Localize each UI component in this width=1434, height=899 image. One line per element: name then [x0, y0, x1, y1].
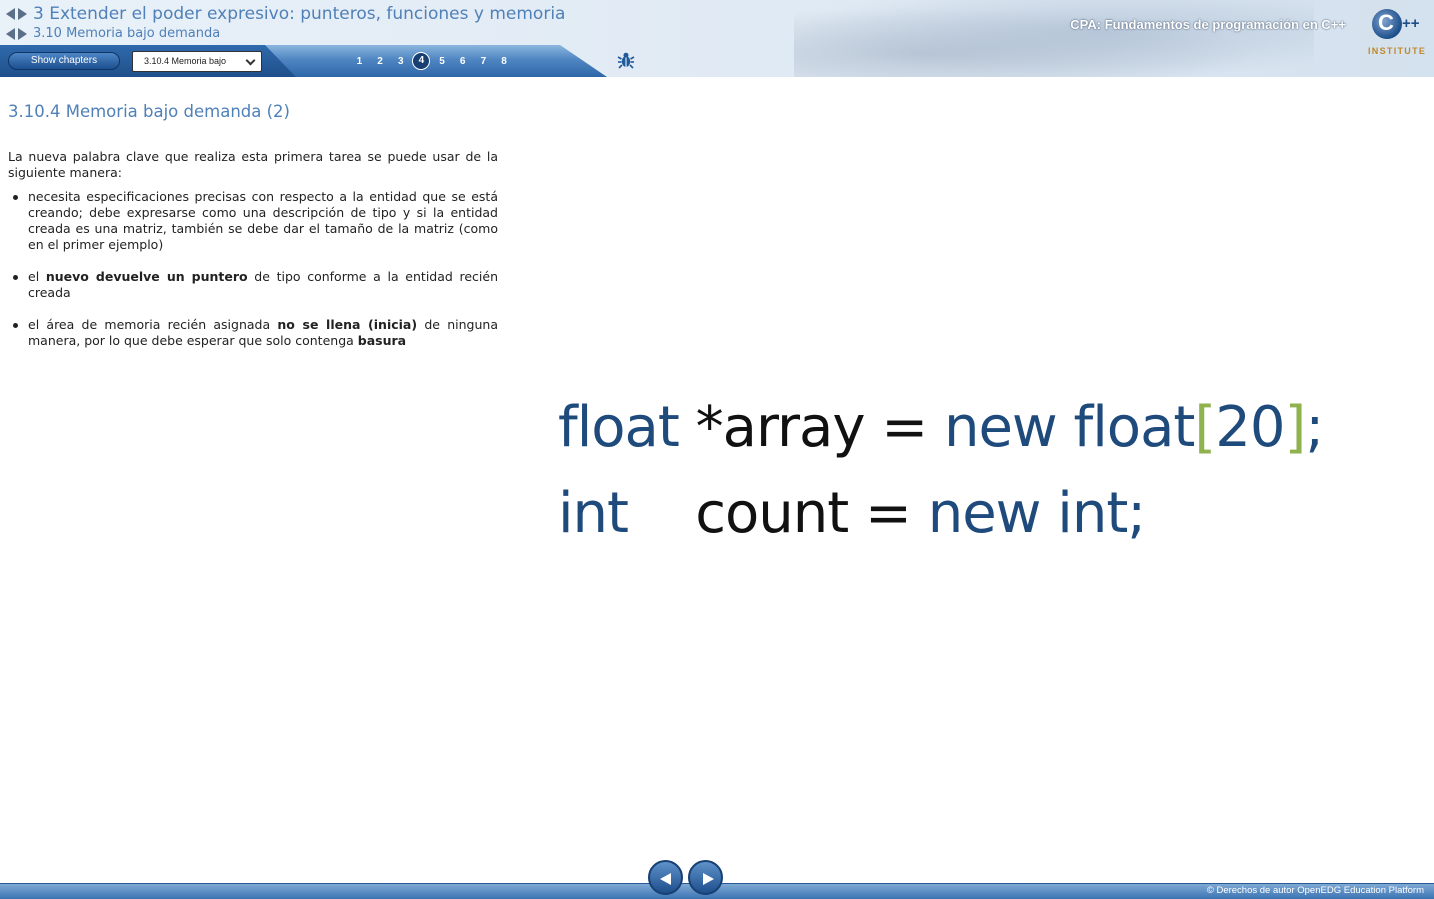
page-7-button[interactable]: 7 — [473, 53, 494, 70]
bullet-2-pre: el — [28, 269, 46, 284]
cpp-institute-logo: ++ INSTITUTE — [1368, 9, 1428, 59]
code-2-space — [628, 481, 695, 546]
chapter-nav-row: 3 Extender el poder expresivo: punteros,… — [6, 4, 565, 24]
intro-paragraph: La nueva palabra clave que realiza esta … — [8, 149, 498, 180]
page-3-button[interactable]: 3 — [390, 53, 411, 70]
code-line-2: int count = new int; — [558, 486, 1146, 542]
code-1-space — [679, 395, 696, 460]
prev-section-icon[interactable] — [6, 27, 15, 40]
code-1-open-bracket: [ — [1194, 395, 1216, 460]
chevron-down-icon — [245, 55, 256, 66]
prev-chapter-icon[interactable] — [6, 8, 15, 20]
section-select[interactable]: 3.10.4 Memoria bajo — [132, 51, 262, 72]
code-1-type: float — [558, 395, 680, 460]
code-1-new-expr: new float — [943, 395, 1195, 460]
logo-globe-icon — [1372, 9, 1402, 39]
bullet-item-2: el nuevo devuelve un puntero de tipo con… — [8, 269, 498, 301]
code-1-close-bracket: ] — [1284, 395, 1306, 460]
next-section-icon[interactable] — [18, 27, 27, 40]
next-page-button[interactable] — [688, 860, 723, 895]
logo-institute-text: INSTITUTE — [1368, 46, 1427, 56]
bullet-3-bold2: basura — [357, 333, 407, 348]
code-2-type: int — [558, 481, 629, 546]
logo-plus: ++ — [1402, 15, 1420, 32]
code-1-identifier: *array = — [695, 395, 944, 460]
code-2-new-expr: new int — [927, 481, 1129, 546]
code-2-identifier: count = — [695, 481, 928, 546]
bullet-item-1: necesita especificaciones precisas con r… — [8, 189, 498, 253]
page-heading: 3.10.4 Memoria bajo demanda (2) — [8, 102, 290, 121]
bug-icon[interactable] — [617, 51, 635, 69]
page-2-button[interactable]: 2 — [370, 53, 391, 70]
section-select-value: 3.10.4 Memoria bajo — [144, 56, 227, 66]
bullet-list: necesita especificaciones precisas con r… — [8, 189, 498, 365]
section-title: 3.10 Memoria bajo demanda — [33, 26, 221, 41]
prev-page-button[interactable] — [648, 860, 683, 895]
page-4-button-active[interactable]: 4 — [412, 52, 431, 70]
section-nav-row: 3.10 Memoria bajo demanda — [6, 26, 220, 41]
bullet-3-bold: no se llena (inicia) — [277, 317, 418, 332]
next-chapter-icon[interactable] — [18, 8, 27, 20]
bullet-1-text: necesita especificaciones precisas con r… — [28, 189, 498, 252]
chapter-title: 3 Extender el poder expresivo: punteros,… — [33, 4, 566, 24]
code-2-semicolon: ; — [1127, 481, 1146, 546]
bullet-2-bold: nuevo devuelve un puntero — [45, 269, 248, 284]
page-pagination: 1 2 3 4 5 6 7 8 — [349, 52, 514, 70]
code-line-1: float *array = new float[20]; — [558, 400, 1324, 456]
banner-background-photo — [794, 0, 1314, 77]
code-1-semicolon: ; — [1305, 395, 1324, 460]
copyright-text: © Derechos de autor OpenEDG Education Pl… — [1206, 885, 1424, 896]
bullet-3-pre: el área de memoria recién asignada — [28, 317, 278, 332]
page-5-button[interactable]: 5 — [432, 53, 453, 70]
page-1-button[interactable]: 1 — [349, 53, 370, 70]
bullet-item-3: el área de memoria recién asignada no se… — [8, 317, 498, 349]
page-6-button[interactable]: 6 — [452, 53, 473, 70]
page-8-button[interactable]: 8 — [494, 53, 515, 70]
course-title: CPA: Fundamentos de programación en C++ — [1070, 17, 1346, 32]
show-chapters-button[interactable]: Show chapters — [8, 52, 120, 70]
code-1-size: 20 — [1215, 395, 1285, 460]
